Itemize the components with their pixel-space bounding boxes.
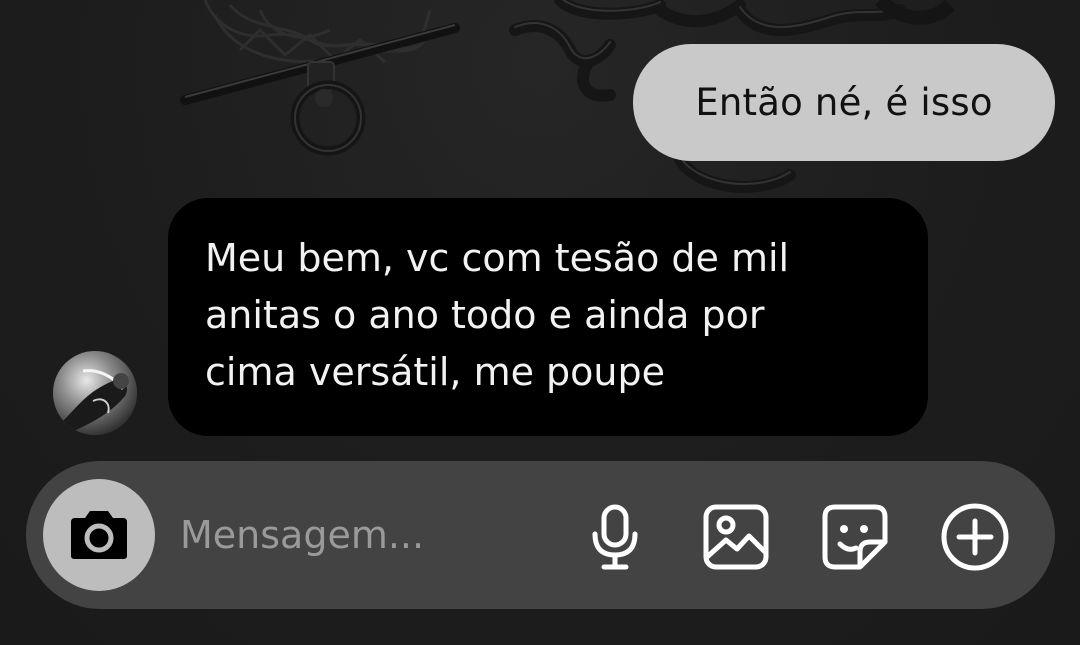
- microphone-icon: [592, 504, 638, 570]
- incoming-message-line: Meu bem, vc com tesão de mil: [205, 236, 790, 280]
- plus-circle-icon: [941, 503, 1009, 571]
- chat-thread: Então né, é isso Meu bem, vc com tesão d…: [0, 0, 1080, 645]
- incoming-message[interactable]: Meu bem, vc com tesão de mil anitas o an…: [168, 198, 928, 436]
- more-options-button[interactable]: [938, 500, 1012, 574]
- outgoing-message-text: Então né, é isso: [695, 81, 993, 124]
- gallery-icon: [703, 504, 769, 570]
- sticker-icon: [822, 504, 888, 570]
- incoming-message-line: cima versátil, me poupe: [205, 350, 666, 394]
- camera-icon: [71, 511, 127, 559]
- voice-message-button[interactable]: [578, 500, 652, 574]
- camera-button[interactable]: [43, 479, 155, 591]
- sender-avatar[interactable]: [53, 351, 137, 435]
- outgoing-message[interactable]: Então né, é isso: [633, 44, 1055, 161]
- incoming-message-line: anitas o ano todo e ainda por: [205, 293, 765, 337]
- sticker-button[interactable]: [818, 500, 892, 574]
- profile-photo-image: [53, 351, 137, 435]
- gallery-button[interactable]: [699, 500, 773, 574]
- message-input[interactable]: [180, 505, 560, 565]
